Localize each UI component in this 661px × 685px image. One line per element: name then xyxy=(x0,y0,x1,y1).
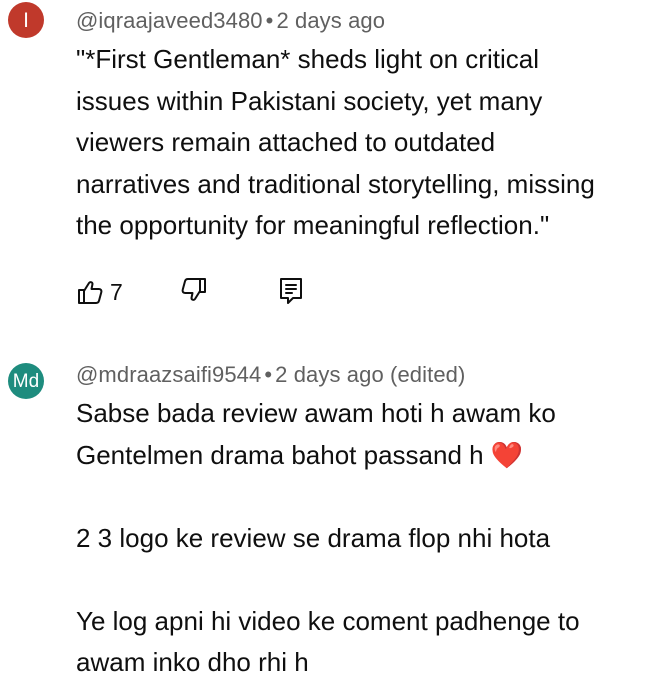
reply-icon xyxy=(277,276,305,306)
comment-author[interactable]: @mdraazsaifi9544 xyxy=(76,362,261,387)
comment: Md @mdraazsaifi9544 • 2 days ago (edited) … xyxy=(0,340,661,685)
thumbs-down-icon xyxy=(180,276,208,304)
dislike-button[interactable] xyxy=(180,276,208,304)
like-button[interactable]: 7 xyxy=(76,278,123,306)
comment-line: Gentelmen drama bahot passand h ❤️ xyxy=(76,439,524,470)
comment-line: the opportunity for meaningful reflectio… xyxy=(76,210,550,240)
comment-text: "*First Gentleman* sheds light on critic… xyxy=(76,39,661,247)
meta-separator: • xyxy=(265,8,274,33)
comment-line xyxy=(76,476,661,518)
avatar[interactable]: Md xyxy=(8,363,44,399)
like-count: 7 xyxy=(110,278,123,305)
avatar-letter: Md xyxy=(12,370,40,392)
comment-time[interactable]: 2 days ago xyxy=(276,8,385,33)
comment-author[interactable]: @iqraajaveed3480 xyxy=(76,8,263,33)
comment-line: viewers remain attached to outdated xyxy=(76,127,496,157)
comment-line: narratives and traditional storytelling,… xyxy=(76,168,595,199)
comment-meta: @iqraajaveed3480 • 2 days ago xyxy=(76,8,385,34)
avatar[interactable]: I xyxy=(8,2,44,38)
comment-line: awam inko dho rhi h xyxy=(76,647,309,677)
comment-line: Ye log apni hi video ke coment padhenge … xyxy=(76,605,580,636)
comment-line xyxy=(76,559,661,601)
thumbs-up-icon xyxy=(76,278,104,306)
comment-line: issues within Pakistani society, yet man… xyxy=(76,85,543,116)
reply-button[interactable] xyxy=(277,276,305,306)
comment-meta: @mdraazsaifi9544 • 2 days ago (edited) xyxy=(76,362,465,388)
comment-line: 2 3 logo ke review se drama flop nhi hot… xyxy=(76,522,551,553)
comment-line: Sabse bada review awam hoti h awam ko xyxy=(76,398,556,428)
comment-text: Sabse bada review awam hoti h awam ko Ge… xyxy=(76,393,661,684)
avatar-letter: I xyxy=(23,8,29,32)
comment-line: "*First Gentleman* sheds light on critic… xyxy=(76,44,539,74)
comment-time[interactable]: 2 days ago (edited) xyxy=(275,362,465,387)
meta-separator: • xyxy=(264,362,273,387)
comment: I @iqraajaveed3480 • 2 days ago "*First Ge… xyxy=(0,0,661,330)
